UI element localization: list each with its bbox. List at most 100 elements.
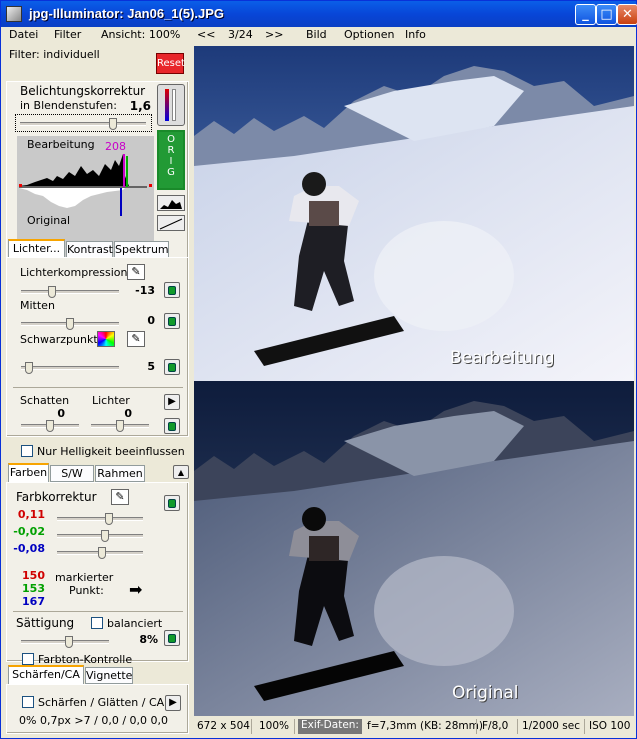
- schaerfen-params: 0% 0,7px >7 / 0,0 / 0,0 0,0: [19, 714, 169, 727]
- menu-ansicht[interactable]: Ansicht: 100%: [101, 28, 180, 41]
- minimize-button[interactable]: _: [575, 4, 596, 25]
- exif-button[interactable]: Exif-Daten:: [298, 719, 362, 734]
- saettigung-slider[interactable]: [21, 636, 109, 648]
- slider-thumb[interactable]: [65, 636, 73, 648]
- slider-thumb[interactable]: [24, 362, 33, 374]
- balanciert-checkbox[interactable]: [91, 617, 103, 629]
- slider-thumb[interactable]: [100, 530, 109, 542]
- lichterkompression-label: Lichterkompression: [20, 266, 128, 279]
- menu-optionen[interactable]: Optionen: [344, 28, 394, 41]
- lichter2-slider[interactable]: [91, 420, 149, 432]
- image-label-top: Bearbeitung: [450, 348, 555, 368]
- image-view[interactable]: Bearbeitung Original: [194, 46, 634, 716]
- histogram-mode-icon[interactable]: [157, 195, 185, 211]
- original-image: Original: [194, 381, 634, 716]
- schwarzpunkt-toggle[interactable]: [164, 359, 180, 375]
- slider-thumb[interactable]: [97, 547, 106, 559]
- schatten-lichter-toggle[interactable]: [164, 418, 180, 434]
- arrow-right-icon: ➡: [129, 580, 143, 599]
- status-bar: 672 x 504 100% Exif-Daten: f=7,3mm (KB: …: [194, 718, 634, 736]
- nur-helligkeit-checkbox[interactable]: [21, 445, 33, 457]
- menu-datei[interactable]: Datei: [9, 28, 38, 41]
- nur-helligkeit-label: Nur Helligkeit beeinflussen: [37, 445, 185, 458]
- curve-mode-icon[interactable]: [157, 215, 185, 231]
- lichterkompression-toggle[interactable]: [164, 282, 180, 298]
- exposure-value: 1,6: [129, 99, 151, 113]
- tab-sw[interactable]: S/W: [50, 465, 94, 482]
- histogram-label-top: Bearbeitung: [27, 138, 95, 151]
- exposure-scale-icon[interactable]: [157, 84, 185, 126]
- schatten-slider[interactable]: [21, 420, 79, 432]
- blue-value: -0,08: [13, 542, 45, 555]
- tab-rahmen[interactable]: Rahmen: [95, 465, 145, 482]
- tab-farben[interactable]: Farben: [8, 463, 49, 482]
- close-button[interactable]: ✕: [617, 4, 637, 25]
- tab-lichter[interactable]: Lichter...: [8, 239, 65, 258]
- blue-slider[interactable]: [57, 547, 143, 559]
- status-zoom: 100%: [259, 720, 290, 732]
- schwarzpunkt-slider[interactable]: [21, 362, 119, 374]
- status-iso: ISO 100: [589, 720, 631, 732]
- farbkorrektur-toggle[interactable]: [164, 495, 180, 511]
- tab-vignette[interactable]: Vignette: [85, 667, 133, 684]
- exposure-title: Belichtungskorrektur: [20, 84, 146, 98]
- histogram-label-bottom: Original: [27, 214, 71, 227]
- schaerfen-checkbox[interactable]: [22, 696, 34, 708]
- status-image-size: 672 x 504: [197, 720, 250, 732]
- farbton-checkbox[interactable]: [22, 653, 34, 665]
- lichter2-label: Lichter: [92, 394, 130, 407]
- control-panel: Filter: individuell Reset Belichtungskor…: [6, 46, 189, 735]
- lichter-panel: Lichterkompression ✎ -13 Mitten 0 Schwar…: [6, 257, 189, 437]
- app-window: jpg-Illuminator: Jan06_1(5).JPG _ □ ✕ Da…: [0, 0, 637, 739]
- lichterkompression-value: -13: [135, 284, 155, 297]
- image-index: 3/24: [228, 28, 253, 41]
- tab-kontrast[interactable]: Kontrast: [66, 241, 113, 258]
- slider-thumb[interactable]: [66, 318, 74, 330]
- reset-button[interactable]: Reset: [156, 53, 185, 74]
- mitten-slider[interactable]: [21, 318, 119, 330]
- mitten-toggle[interactable]: [164, 313, 180, 329]
- maximize-button[interactable]: □: [596, 4, 617, 25]
- lichter2-value: 0: [124, 407, 132, 420]
- tab-spektrum[interactable]: Spektrum: [114, 241, 169, 258]
- farben-eyedropper-icon[interactable]: ✎: [111, 489, 129, 505]
- prev-image-button[interactable]: <<: [197, 28, 215, 41]
- menu-filter[interactable]: Filter: [54, 28, 81, 41]
- menu-bild[interactable]: Bild: [306, 28, 327, 41]
- farben-panel: Farbkorrektur ✎ 0,11 -0,02 -0,08 150 153…: [6, 482, 189, 666]
- schaerfen-expand-button[interactable]: ▶: [165, 695, 181, 711]
- lichterkompression-slider[interactable]: [21, 286, 119, 298]
- color-wheel-icon[interactable]: [97, 331, 115, 347]
- tab-schaerfen[interactable]: Schärfen/CA: [8, 665, 84, 684]
- punkt-label: Punkt:: [69, 584, 104, 597]
- exposure-slider[interactable]: [20, 118, 146, 130]
- next-image-button[interactable]: >>: [265, 28, 283, 41]
- mitten-value: 0: [147, 314, 155, 327]
- slider-thumb[interactable]: [105, 513, 114, 525]
- red-value: 0,11: [17, 508, 45, 521]
- slider-thumb[interactable]: [48, 286, 56, 298]
- saettigung-value: 8%: [139, 633, 158, 646]
- orig-button[interactable]: O R I G: [157, 130, 185, 190]
- lichter-eyedropper-icon[interactable]: ✎: [127, 264, 145, 280]
- schwarzpunkt-value: 5: [147, 360, 155, 373]
- red-slider[interactable]: [57, 513, 143, 525]
- markierter-label: markierter: [55, 571, 114, 584]
- exposure-slider-thumb[interactable]: [108, 118, 117, 130]
- window-title: jpg-Illuminator: Jan06_1(5).JPG: [29, 6, 225, 21]
- green-value: -0,02: [13, 525, 45, 538]
- exposure-sub: in Blendenstufen:: [20, 99, 117, 112]
- schwarzpunkt-label: Schwarzpunkt: [20, 333, 98, 346]
- collapse-button[interactable]: ▲: [173, 465, 189, 479]
- green-slider[interactable]: [57, 530, 143, 542]
- mitten-label: Mitten: [20, 299, 55, 312]
- balanciert-label: balanciert: [107, 617, 163, 630]
- schwarzpunkt-eyedropper-icon[interactable]: ✎: [127, 331, 145, 347]
- status-aperture: F/8,0: [482, 720, 509, 732]
- exposure-slider-frame: [15, 114, 152, 132]
- menu-info[interactable]: Info: [405, 28, 426, 41]
- expand-arrow-button[interactable]: ▶: [164, 394, 180, 410]
- saettigung-toggle[interactable]: [164, 630, 180, 646]
- schatten-value: 0: [57, 407, 65, 420]
- status-shutter: 1/2000 sec: [522, 720, 580, 732]
